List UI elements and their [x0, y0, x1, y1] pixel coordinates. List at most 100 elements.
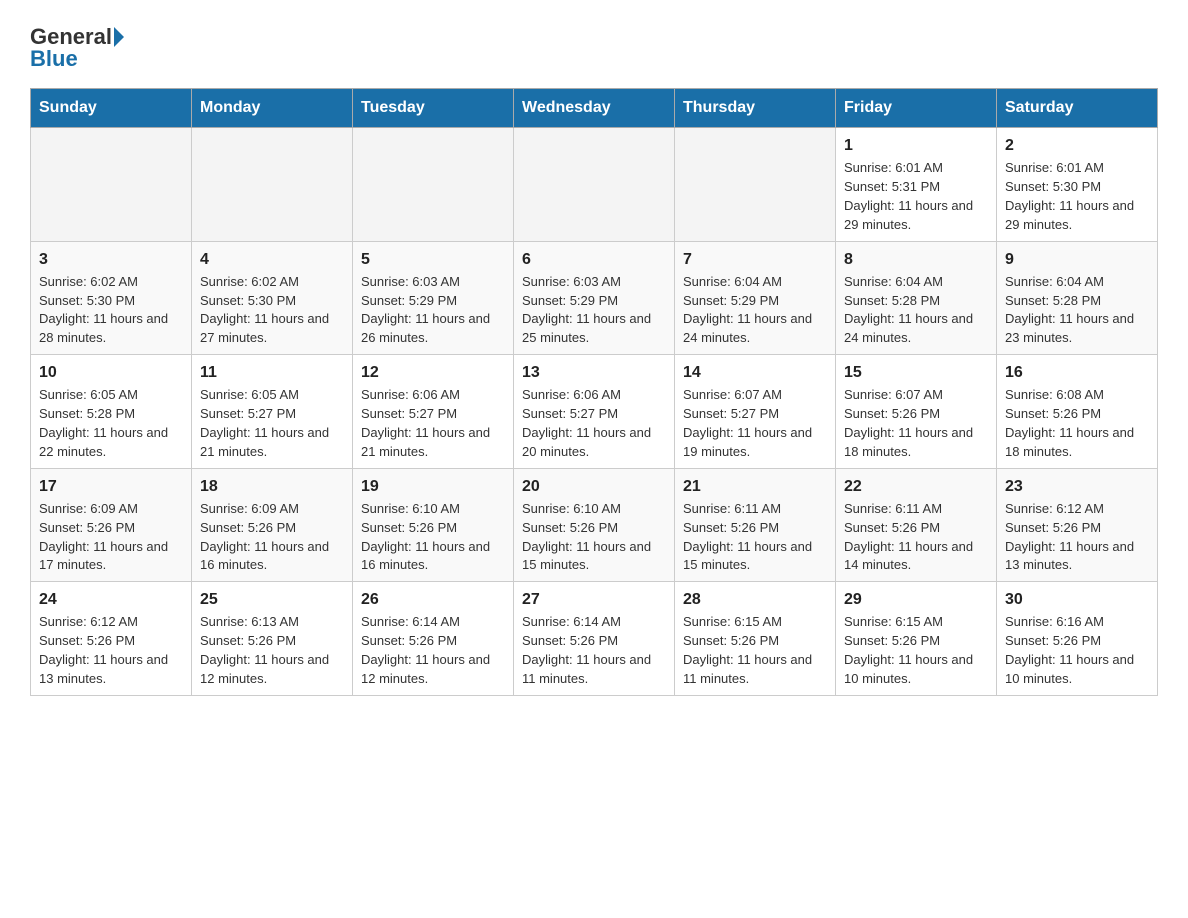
day-number: 8: [844, 248, 988, 271]
daylight-text: Daylight: 11 hours and 23 minutes.: [1005, 310, 1149, 348]
day-number: 19: [361, 475, 505, 498]
sunrise-text: Sunrise: 6:16 AM: [1005, 613, 1149, 632]
day-number: 7: [683, 248, 827, 271]
logo-blue-text: Blue: [30, 46, 78, 72]
calendar-cell: 2Sunrise: 6:01 AMSunset: 5:30 PMDaylight…: [997, 128, 1158, 242]
calendar-cell: 3Sunrise: 6:02 AMSunset: 5:30 PMDaylight…: [31, 241, 192, 355]
calendar-cell: 25Sunrise: 6:13 AMSunset: 5:26 PMDayligh…: [192, 582, 353, 696]
weekday-header-saturday: Saturday: [997, 89, 1158, 128]
day-number: 11: [200, 361, 344, 384]
sunset-text: Sunset: 5:28 PM: [844, 292, 988, 311]
daylight-text: Daylight: 11 hours and 24 minutes.: [844, 310, 988, 348]
sunrise-text: Sunrise: 6:04 AM: [1005, 273, 1149, 292]
daylight-text: Daylight: 11 hours and 13 minutes.: [39, 651, 183, 689]
calendar-cell: 29Sunrise: 6:15 AMSunset: 5:26 PMDayligh…: [836, 582, 997, 696]
day-number: 14: [683, 361, 827, 384]
calendar-cell: 30Sunrise: 6:16 AMSunset: 5:26 PMDayligh…: [997, 582, 1158, 696]
day-number: 9: [1005, 248, 1149, 271]
sunset-text: Sunset: 5:26 PM: [844, 405, 988, 424]
sunrise-text: Sunrise: 6:13 AM: [200, 613, 344, 632]
daylight-text: Daylight: 11 hours and 14 minutes.: [844, 538, 988, 576]
day-number: 3: [39, 248, 183, 271]
day-number: 15: [844, 361, 988, 384]
calendar-table: SundayMondayTuesdayWednesdayThursdayFrid…: [30, 88, 1158, 696]
calendar-cell: 22Sunrise: 6:11 AMSunset: 5:26 PMDayligh…: [836, 468, 997, 582]
daylight-text: Daylight: 11 hours and 12 minutes.: [200, 651, 344, 689]
calendar-cell: 18Sunrise: 6:09 AMSunset: 5:26 PMDayligh…: [192, 468, 353, 582]
day-number: 10: [39, 361, 183, 384]
calendar-cell: [675, 128, 836, 242]
calendar-cell: [192, 128, 353, 242]
day-number: 22: [844, 475, 988, 498]
sunset-text: Sunset: 5:26 PM: [1005, 405, 1149, 424]
calendar-cell: 10Sunrise: 6:05 AMSunset: 5:28 PMDayligh…: [31, 355, 192, 469]
sunrise-text: Sunrise: 6:09 AM: [39, 500, 183, 519]
sunset-text: Sunset: 5:31 PM: [844, 178, 988, 197]
sunset-text: Sunset: 5:27 PM: [683, 405, 827, 424]
weekday-header-thursday: Thursday: [675, 89, 836, 128]
calendar-cell: 12Sunrise: 6:06 AMSunset: 5:27 PMDayligh…: [353, 355, 514, 469]
sunrise-text: Sunrise: 6:10 AM: [361, 500, 505, 519]
day-number: 27: [522, 588, 666, 611]
weekday-header-row: SundayMondayTuesdayWednesdayThursdayFrid…: [31, 89, 1158, 128]
weekday-header-wednesday: Wednesday: [514, 89, 675, 128]
sunrise-text: Sunrise: 6:07 AM: [683, 386, 827, 405]
sunrise-text: Sunrise: 6:12 AM: [39, 613, 183, 632]
calendar-cell: 24Sunrise: 6:12 AMSunset: 5:26 PMDayligh…: [31, 582, 192, 696]
sunrise-text: Sunrise: 6:02 AM: [39, 273, 183, 292]
calendar-week-row: 24Sunrise: 6:12 AMSunset: 5:26 PMDayligh…: [31, 582, 1158, 696]
day-number: 25: [200, 588, 344, 611]
sunset-text: Sunset: 5:26 PM: [844, 632, 988, 651]
weekday-header-tuesday: Tuesday: [353, 89, 514, 128]
logo-arrow-icon: [114, 27, 124, 47]
sunrise-text: Sunrise: 6:05 AM: [200, 386, 344, 405]
calendar-cell: 5Sunrise: 6:03 AMSunset: 5:29 PMDaylight…: [353, 241, 514, 355]
sunrise-text: Sunrise: 6:01 AM: [844, 159, 988, 178]
daylight-text: Daylight: 11 hours and 27 minutes.: [200, 310, 344, 348]
sunrise-text: Sunrise: 6:02 AM: [200, 273, 344, 292]
daylight-text: Daylight: 11 hours and 25 minutes.: [522, 310, 666, 348]
daylight-text: Daylight: 11 hours and 15 minutes.: [683, 538, 827, 576]
daylight-text: Daylight: 11 hours and 18 minutes.: [1005, 424, 1149, 462]
sunset-text: Sunset: 5:29 PM: [683, 292, 827, 311]
sunset-text: Sunset: 5:26 PM: [1005, 519, 1149, 538]
calendar-cell: 8 Sunrise: 6:04 AMSunset: 5:28 PMDaylight…: [836, 241, 997, 355]
sunset-text: Sunset: 5:30 PM: [200, 292, 344, 311]
sunrise-text: Sunrise: 6:03 AM: [522, 273, 666, 292]
daylight-text: Daylight: 11 hours and 28 minutes.: [39, 310, 183, 348]
calendar-cell: 1Sunrise: 6:01 AMSunset: 5:31 PMDaylight…: [836, 128, 997, 242]
calendar-cell: 11Sunrise: 6:05 AMSunset: 5:27 PMDayligh…: [192, 355, 353, 469]
daylight-text: Daylight: 11 hours and 20 minutes.: [522, 424, 666, 462]
calendar-week-row: 3Sunrise: 6:02 AMSunset: 5:30 PMDaylight…: [31, 241, 1158, 355]
sunrise-text: Sunrise: 6:07 AM: [844, 386, 988, 405]
daylight-text: Daylight: 11 hours and 10 minutes.: [844, 651, 988, 689]
day-number: 26: [361, 588, 505, 611]
sunset-text: Sunset: 5:26 PM: [522, 632, 666, 651]
sunrise-text: Sunrise: 6:04 AM: [683, 273, 827, 292]
calendar-cell: 15Sunrise: 6:07 AMSunset: 5:26 PMDayligh…: [836, 355, 997, 469]
day-number: 21: [683, 475, 827, 498]
sunset-text: Sunset: 5:29 PM: [522, 292, 666, 311]
sunrise-text: Sunrise: 6:04 AM: [844, 273, 988, 292]
sunset-text: Sunset: 5:29 PM: [361, 292, 505, 311]
calendar-week-row: 10Sunrise: 6:05 AMSunset: 5:28 PMDayligh…: [31, 355, 1158, 469]
daylight-text: Daylight: 11 hours and 11 minutes.: [522, 651, 666, 689]
day-number: 1: [844, 134, 988, 157]
day-number: 13: [522, 361, 666, 384]
sunrise-text: Sunrise: 6:10 AM: [522, 500, 666, 519]
sunset-text: Sunset: 5:26 PM: [39, 632, 183, 651]
sunrise-text: Sunrise: 6:03 AM: [361, 273, 505, 292]
calendar-cell: 9Sunrise: 6:04 AMSunset: 5:28 PMDaylight…: [997, 241, 1158, 355]
calendar-cell: 16Sunrise: 6:08 AMSunset: 5:26 PMDayligh…: [997, 355, 1158, 469]
daylight-text: Daylight: 11 hours and 22 minutes.: [39, 424, 183, 462]
calendar-cell: 28Sunrise: 6:15 AMSunset: 5:26 PMDayligh…: [675, 582, 836, 696]
sunrise-text: Sunrise: 6:06 AM: [522, 386, 666, 405]
calendar-cell: 4Sunrise: 6:02 AMSunset: 5:30 PMDaylight…: [192, 241, 353, 355]
sunrise-text: Sunrise: 6:11 AM: [844, 500, 988, 519]
sunrise-text: Sunrise: 6:11 AM: [683, 500, 827, 519]
daylight-text: Daylight: 11 hours and 24 minutes.: [683, 310, 827, 348]
calendar-cell: 13Sunrise: 6:06 AMSunset: 5:27 PMDayligh…: [514, 355, 675, 469]
calendar-cell: 26Sunrise: 6:14 AMSunset: 5:26 PMDayligh…: [353, 582, 514, 696]
sunset-text: Sunset: 5:27 PM: [361, 405, 505, 424]
daylight-text: Daylight: 11 hours and 16 minutes.: [200, 538, 344, 576]
